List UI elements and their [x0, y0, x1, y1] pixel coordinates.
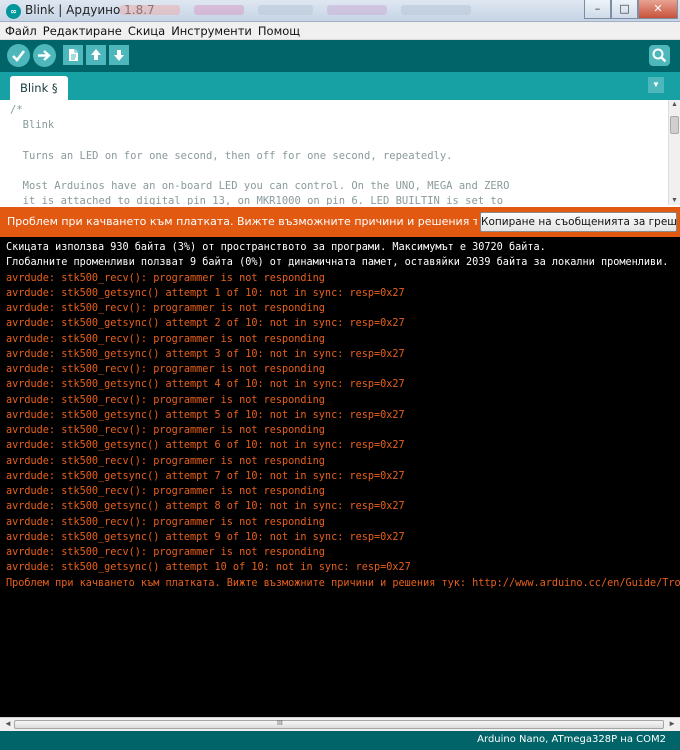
console-line: avrdude: stk500_recv(): programmer is no…	[6, 486, 325, 497]
console-line: avrdude: stk500_recv(): programmer is no…	[6, 425, 325, 436]
board-status-bar: Arduino Nano, ATmega328P на COM2	[0, 731, 680, 750]
close-button[interactable]: ✕	[638, 0, 678, 19]
console-line: avrdude: stk500_getsync() attempt 6 of 1…	[6, 440, 405, 452]
tab-strip: Blink § ▼	[0, 72, 680, 100]
menu-edit[interactable]: Редактиране	[43, 22, 122, 39]
title-bar: ∞ Blink | Ардуино 1.8.7 – □ ✕	[0, 0, 680, 22]
code-editor[interactable]: /* Blink Turns an LED on for one second,…	[0, 100, 668, 205]
console-line: avrdude: stk500_getsync() attempt 2 of 1…	[6, 318, 405, 330]
magnifier-icon	[652, 48, 667, 63]
arduino-logo-icon: ∞	[6, 4, 21, 19]
tab-blink[interactable]: Blink §	[10, 76, 68, 100]
menu-bar: Файл Редактиране Скица Инструменти Помощ	[0, 22, 680, 40]
upload-button[interactable]	[33, 44, 56, 67]
console-line: avrdude: stk500_getsync() attempt 3 of 1…	[6, 348, 405, 360]
console-lines: Скицата използва 930 байта (3%) от прост…	[6, 240, 680, 591]
open-sketch-button[interactable]	[86, 45, 106, 65]
console-line: avrdude: stk500_recv(): programmer is no…	[6, 303, 325, 314]
verify-button[interactable]	[7, 44, 30, 67]
menu-sketch[interactable]: Скица	[128, 22, 165, 39]
editor-scroll-thumb[interactable]	[670, 116, 679, 134]
menu-tools[interactable]: Инструменти	[171, 22, 252, 39]
console-line: avrdude: stk500_recv(): programmer is no…	[6, 272, 325, 284]
save-arrow-down-icon	[114, 50, 124, 61]
editor-code-text: /* Blink Turns an LED on for one second,…	[10, 104, 510, 205]
console-line: avrdude: stk500_recv(): programmer is no…	[6, 333, 325, 345]
tab-menu-button[interactable]: ▼	[648, 77, 664, 93]
scroll-grip-icon: III	[277, 720, 283, 727]
menu-help[interactable]: Помощ	[258, 22, 300, 39]
editor-vertical-scrollbar[interactable]: ▲ ▼	[668, 100, 680, 205]
verify-icon	[12, 50, 26, 62]
scroll-left-icon[interactable]: ◄	[4, 719, 12, 728]
console-line: avrdude: stk500_recv(): programmer is no…	[6, 547, 325, 558]
console-line: avrdude: stk500_recv(): programmer is no…	[6, 516, 325, 528]
output-console[interactable]: Скицата използва 930 байта (3%) от прост…	[0, 237, 680, 717]
console-line: avrdude: stk500_getsync() attempt 7 of 1…	[6, 470, 405, 482]
console-line: avrdude: stk500_getsync() attempt 8 of 1…	[6, 501, 405, 513]
console-line: avrdude: stk500_getsync() attempt 4 of 1…	[6, 379, 405, 391]
console-line: avrdude: stk500_getsync() attempt 9 of 1…	[6, 531, 405, 543]
error-status-bar: Проблем при качването към платката. Вижт…	[0, 205, 680, 237]
console-line: avrdude: stk500_getsync() attempt 1 of 1…	[6, 287, 405, 299]
console-line: avrdude: stk500_getsync() attempt 5 of 1…	[6, 409, 405, 421]
console-line: avrdude: stk500_recv(): programmer is no…	[6, 364, 325, 375]
new-sketch-button[interactable]	[63, 45, 83, 65]
error-status-message: Проблем при качването към платката. Вижт…	[7, 215, 477, 228]
console-scroll-thumb[interactable]: III	[14, 720, 664, 729]
console-line: Проблем при качването към платката. Вижт…	[6, 577, 680, 589]
console-line: Скицата използва 930 байта (3%) от прост…	[6, 242, 546, 253]
toolbar	[0, 40, 680, 72]
background-taskbar-blur	[120, 5, 471, 15]
minimize-button[interactable]: –	[584, 0, 611, 19]
scroll-right-icon[interactable]: ►	[668, 719, 676, 728]
console-line: Глобалните променливи ползват 9 байта (0…	[6, 257, 669, 269]
copy-error-messages-button[interactable]: Копиране на съобщенията за грешки	[480, 212, 677, 232]
upload-icon	[38, 50, 51, 61]
window-controls: – □ ✕	[584, 0, 678, 19]
save-sketch-button[interactable]	[109, 45, 129, 65]
scroll-up-icon[interactable]: ▲	[671, 101, 678, 108]
menu-file[interactable]: Файл	[5, 22, 37, 39]
open-arrow-up-icon	[91, 49, 101, 60]
console-line: avrdude: stk500_recv(): programmer is no…	[6, 455, 325, 467]
maximize-button[interactable]: □	[611, 0, 638, 19]
new-file-icon	[69, 49, 78, 61]
board-port-info: Arduino Nano, ATmega328P на COM2	[477, 734, 666, 745]
console-horizontal-scrollbar[interactable]: ◄ III ►	[0, 717, 680, 731]
scroll-down-icon[interactable]: ▼	[671, 197, 678, 204]
console-line: avrdude: stk500_recv(): programmer is no…	[6, 394, 325, 406]
serial-monitor-button[interactable]	[649, 45, 670, 66]
console-line: avrdude: stk500_getsync() attempt 10 of …	[6, 562, 411, 574]
